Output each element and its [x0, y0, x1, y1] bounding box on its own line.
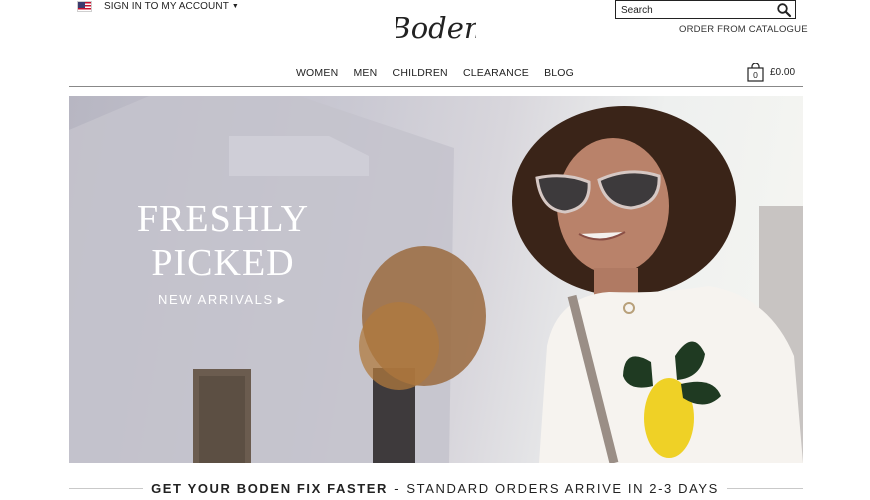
search-input[interactable] [621, 3, 771, 17]
delivery-promo-text: GET YOUR BODEN FIX FASTER - STANDARD ORD… [143, 481, 727, 496]
arrow-right-icon: ▶ [277, 295, 287, 305]
logo-text: Boden [396, 11, 476, 45]
promo-text: STANDARD ORDERS ARRIVE IN 2-3 DAYS [406, 481, 719, 496]
hero-title: FRESHLY PICKED [131, 197, 315, 285]
sign-in-link[interactable]: SIGN IN TO MY ACCOUNT ▼ [104, 1, 239, 12]
boden-logo-mark: Boden [388, 11, 482, 45]
header-divider [69, 86, 803, 87]
order-from-catalogue-link[interactable]: ORDER FROM CATALOGUE [679, 24, 808, 35]
search-icon[interactable] [776, 2, 792, 18]
boden-logo[interactable]: Boden [388, 6, 482, 50]
hero-banner[interactable]: FRESHLY PICKED NEW ARRIVALS ▶ [69, 96, 803, 463]
new-arrivals-link[interactable]: NEW ARRIVALS ▶ [158, 292, 286, 307]
nav-item-men[interactable]: MEN [353, 67, 377, 79]
sign-in-label: SIGN IN TO MY ACCOUNT [104, 1, 229, 12]
basket-total: £0.00 [770, 67, 796, 78]
new-arrivals-label: NEW ARRIVALS [158, 292, 274, 307]
hero-title-line-1: FRESHLY [136, 198, 310, 240]
nav-item-blog[interactable]: BLOG [544, 67, 574, 79]
nav-item-women[interactable]: WOMEN [296, 67, 338, 79]
delivery-promo[interactable]: GET YOUR BODEN FIX FASTER - STANDARD ORD… [0, 481, 870, 496]
basket-button[interactable]: 0 £0.00 [747, 62, 797, 82]
main-nav: WOMEN MEN CHILDREN CLEARANCE BLOG [0, 67, 870, 79]
promo-bold-text: GET YOUR BODEN FIX FASTER [151, 481, 389, 496]
hero-title-line-2: PICKED [151, 242, 295, 284]
nav-item-clearance[interactable]: CLEARANCE [463, 67, 529, 79]
nav-item-children[interactable]: CHILDREN [393, 67, 448, 79]
promo-separator: - [394, 481, 401, 496]
caret-down-icon: ▼ [231, 3, 239, 10]
basket-count: 0 [753, 70, 758, 80]
us-flag-icon[interactable] [77, 1, 92, 12]
search-box[interactable] [615, 0, 796, 19]
